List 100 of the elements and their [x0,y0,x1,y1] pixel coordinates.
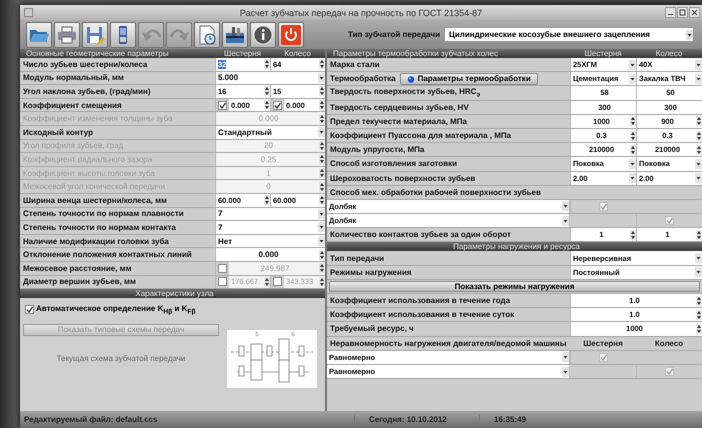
field-label: Наличие модификации головки зуба [23,236,169,246]
spinner-icon [696,324,702,334]
spinner-icon [319,100,325,110]
checkbox[interactable] [273,100,282,110]
checkbox[interactable] [599,202,608,211]
field-label: Степень точности по нормам контакта [23,222,176,232]
gear-type-label: Тип зубчатой передачи [348,30,440,39]
checkbox[interactable] [218,277,227,286]
field-label: Способ мех. обработки рабочей поверхности зубьев [329,188,542,197]
spinner-icon [264,276,270,287]
spin-field[interactable]: 0.000 [216,248,325,261]
field-label: Марка стали [330,60,380,70]
field-label: Исходный контур [23,128,93,137]
spinner-icon [264,195,270,206]
spinner-icon [630,116,636,126]
field-label: Требуемый ресурс, ч [330,324,414,334]
field-label: Межосевое расстояние, мм [23,264,132,273]
field-label: Тип передачи [330,254,384,263]
save-button[interactable] [82,22,108,48]
checkbox[interactable] [25,305,34,314]
spinner-icon [630,144,636,155]
dropdown-field[interactable]: Нет [216,234,325,248]
checkbox[interactable] [218,264,227,273]
dropdown-field[interactable]: 7 [216,208,325,220]
spinner-icon [696,116,702,126]
field-label: Термообработка [330,74,396,84]
field-label: Коэффициент использования в течение суток [330,310,514,320]
print-button[interactable] [54,22,80,48]
spinner-icon [319,114,325,124]
field-label: Коэффициент использования в течение года [330,296,510,306]
section-title: Основные геометрические параметры [25,49,170,58]
field-label: Неравномерность нагружения двигателя/ведомой машины [330,338,567,348]
drop-icon [406,74,415,83]
printer-icon [56,24,78,46]
power-icon [280,24,302,46]
scheme-label: Текущая схема зубчатой передачи [56,354,186,363]
field-label: Ширина венца шестерни/колеса, мм [23,196,167,205]
spinner-icon [630,230,636,240]
spinner-icon [696,230,702,240]
checkbox[interactable] [665,367,674,376]
checkbox[interactable] [273,277,282,286]
field-label: Шероховатость поверхности зубьев [330,174,476,183]
spinner-icon [696,296,702,306]
status-file: Редактируемый файл: default.ccs [23,415,158,424]
spinner-icon [319,86,325,96]
column-header: Шестерня [222,49,262,58]
spinner-icon [319,168,325,178]
device-button[interactable] [110,22,136,48]
spinner-icon [264,59,270,70]
checkbox[interactable] [665,216,674,226]
field-label: Количество контактов зубьев за один оборот [330,230,511,240]
field-label: Предел текучести материала, МПа [330,116,467,126]
field-label: Число зубьев шестерни/колеса [23,60,148,69]
open-button[interactable] [26,22,52,48]
section-title: Характеристики узла [20,289,325,298]
close-icon[interactable] [689,7,700,18]
field-label: Угол наклона зубьев, (град/мин) [23,86,151,96]
column-caption: Колесо [654,338,684,348]
status-time: 16:35:49 [479,415,526,424]
spinner-icon [696,144,702,155]
dropdown-field[interactable]: 7 [216,221,325,234]
minimize-icon[interactable] [665,7,676,18]
report-button[interactable] [194,22,220,48]
column-header: Колесо [654,49,684,58]
field-label: Степень точности по нормам плавности [23,209,184,218]
field-label: Способ изготовления заготовки [330,159,458,168]
spinner-icon [319,276,325,287]
checkbox[interactable] [218,100,227,110]
column-header: Шестерня [583,49,622,58]
field-label: Коэффициент Пуассона для материала , МПа [330,131,512,140]
column-caption: Шестерня [583,338,623,348]
info-button[interactable] [250,22,276,48]
spinner-icon [319,59,325,70]
field-label: Твердость поверхности зубьев, HRC$_{э}$ [330,87,480,99]
checkbox[interactable] [599,352,608,362]
section-title: Параметры нагружения и ресурса [327,242,702,252]
column-header: Колесо [283,49,312,58]
field-label: Коэффициент смещения [23,100,122,110]
exit-button[interactable] [278,22,304,48]
spinner-icon [319,195,325,206]
spinner-icon [319,250,325,260]
window-title: Расчет зубчатых передач на прочность по ГОСТ 21354-87 [240,8,482,18]
field-label: Модуль нормальный, мм [23,73,124,82]
spinner-icon [630,130,636,141]
maximize-icon[interactable] [677,7,688,18]
heat-params-button[interactable]: Параметры термообработки [400,72,538,85]
dropdown-field[interactable]: 5.000 [216,72,325,84]
field-label: Режимы нагружения [330,268,412,277]
show-modes-button[interactable]: Показать режимы нагружения [329,280,700,292]
section-title: Параметры термообработки зубчатых колес [332,49,499,58]
spinner-icon [264,100,270,110]
tools-button[interactable] [222,22,248,48]
field-label: Диаметр вершин зубьев, мм [23,277,136,286]
spinner-icon [319,154,325,164]
dropdown-field[interactable]: Стандартный [216,126,325,139]
redo-icon [169,28,189,42]
auto-label: Автоматическое определение K$_{Hβ}$ и K$_{Fβ}$ [36,304,196,316]
status-date: Сегодня: 10.10.2012 [354,415,479,424]
gear-type-dropdown[interactable]: Цилиндрические косозубые внешнего зацепления [444,27,694,42]
spinner-icon [696,130,702,141]
